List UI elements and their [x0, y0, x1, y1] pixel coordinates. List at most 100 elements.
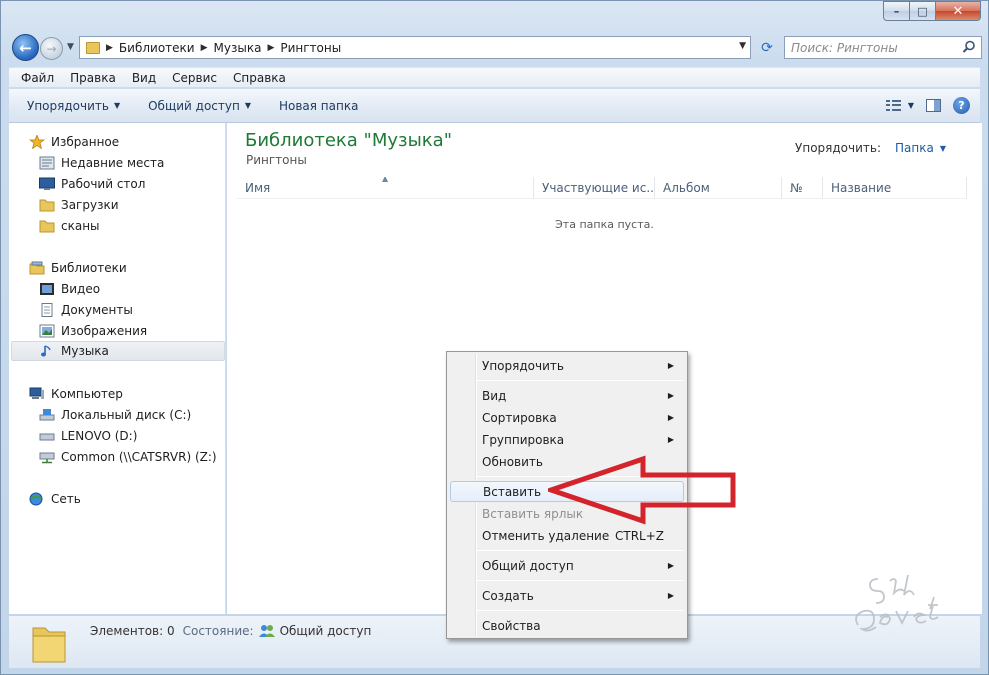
- minimize-button[interactable]: –: [883, 1, 910, 21]
- arrange-value-dropdown[interactable]: Папка: [895, 141, 934, 155]
- ctx-undo-shortcut-key: CTRL+Z: [614, 528, 664, 543]
- help-icon[interactable]: ?: [953, 97, 970, 114]
- arrange-label: Упорядочить:: [795, 141, 882, 155]
- breadcrumb-libraries[interactable]: Библиотеки: [119, 41, 195, 55]
- maximize-button[interactable]: □: [910, 1, 936, 21]
- ctx-create[interactable]: Создать ▶: [450, 585, 684, 606]
- chevron-right-icon[interactable]: ▶: [267, 43, 274, 53]
- refresh-button[interactable]: ⟳: [755, 36, 779, 59]
- pictures-icon: [39, 324, 55, 338]
- share-button[interactable]: Общий доступ ▼: [134, 99, 265, 113]
- search-box[interactable]: [784, 36, 982, 59]
- ctx-properties[interactable]: Свойства: [450, 615, 684, 636]
- new-folder-label: Новая папка: [278, 98, 359, 113]
- column-album[interactable]: Альбом: [655, 177, 782, 198]
- documents-icon: [39, 303, 55, 317]
- menu-edit[interactable]: Правка: [62, 71, 124, 85]
- ctx-group[interactable]: Группировка ▶: [450, 429, 684, 450]
- refresh-icon: ⟳: [761, 39, 773, 56]
- organize-button[interactable]: Упорядочить ▼: [9, 99, 134, 113]
- menu-separator: [477, 380, 683, 381]
- view-options-dropdown-icon[interactable]: ▼: [908, 101, 914, 110]
- nav-images[interactable]: Изображения: [39, 321, 147, 341]
- libraries-icon: [29, 261, 45, 275]
- status-info: Элементов: 0 Состояние: Общий доступ: [90, 624, 371, 638]
- nav-scans[interactable]: сканы: [39, 216, 100, 236]
- folder-icon: [39, 219, 55, 233]
- nav-images-label: Изображения: [61, 324, 148, 338]
- nav-desktop[interactable]: Рабочий стол: [39, 174, 145, 194]
- chevron-right-icon[interactable]: ▶: [106, 43, 113, 53]
- ctx-undo-delete[interactable]: Отменить удаление CTRL+Z: [450, 525, 684, 546]
- nav-lenovo[interactable]: LENOVO (D:): [39, 426, 137, 446]
- ctx-refresh-label: Обновить: [482, 454, 543, 469]
- command-bar: Упорядочить ▼ Общий доступ ▼ Новая папка…: [9, 89, 980, 123]
- column-number[interactable]: №: [782, 177, 823, 198]
- state-label: Состояние:: [182, 624, 254, 638]
- change-view-icon[interactable]: [885, 99, 902, 112]
- ctx-share[interactable]: Общий доступ ▶: [450, 555, 684, 576]
- menu-view[interactable]: Вид: [124, 71, 164, 85]
- nav-local-disk[interactable]: Локальный диск (C:): [39, 405, 191, 425]
- ctx-view-label: Вид: [482, 388, 507, 403]
- nav-libraries[interactable]: Библиотеки: [29, 258, 127, 278]
- address-dropdown-icon[interactable]: ▼: [739, 41, 746, 51]
- nav-downloads[interactable]: Загрузки: [39, 195, 119, 215]
- video-icon: [39, 282, 55, 296]
- item-count: Элементов: 0: [90, 624, 175, 638]
- state-value: Общий доступ: [279, 624, 372, 638]
- nav-favorites[interactable]: Избранное: [28, 132, 120, 152]
- nav-music[interactable]: Музыка: [11, 341, 225, 361]
- menu-separator: [477, 580, 683, 581]
- chevron-down-icon: ▼: [113, 101, 121, 110]
- column-artists[interactable]: Участвующие ис...: [534, 177, 655, 198]
- preview-pane-icon[interactable]: [926, 99, 941, 112]
- new-folder-button[interactable]: Новая папка: [265, 99, 372, 113]
- menu-separator: [477, 610, 683, 611]
- nav-recent[interactable]: Недавние места: [39, 153, 164, 173]
- close-button[interactable]: ✕: [936, 1, 981, 21]
- nav-video-label: Видео: [61, 282, 101, 296]
- menu-help[interactable]: Справка: [225, 71, 294, 85]
- network-icon: [29, 492, 45, 506]
- column-name[interactable]: Имя ▲: [237, 177, 534, 198]
- forward-button[interactable]: →: [40, 37, 63, 60]
- nav-computer[interactable]: Компьютер: [29, 384, 123, 404]
- submenu-arrow-icon: ▶: [667, 561, 674, 570]
- search-input[interactable]: [791, 40, 959, 55]
- music-note-icon: [39, 344, 55, 358]
- search-icon[interactable]: [962, 40, 976, 54]
- shared-users-icon: [258, 624, 275, 638]
- chevron-down-icon[interactable]: ▼: [940, 144, 946, 153]
- nav-lenovo-label: LENOVO (D:): [61, 429, 138, 443]
- drive-icon: [39, 429, 55, 443]
- column-number-label: №: [790, 180, 803, 195]
- nav-downloads-label: Загрузки: [61, 198, 119, 212]
- menu-tools[interactable]: Сервис: [164, 71, 225, 85]
- menu-file[interactable]: Файл: [9, 71, 62, 85]
- view-controls: ▼ ?: [885, 97, 970, 114]
- maximize-icon: □: [917, 4, 928, 18]
- arrange-by: Упорядочить: Папка ▼: [795, 141, 946, 155]
- chevron-right-icon[interactable]: ▶: [201, 43, 208, 53]
- desktop-icon: [39, 177, 55, 191]
- empty-folder-message: Эта папка пуста.: [555, 218, 654, 231]
- ctx-sort[interactable]: Сортировка ▶: [450, 407, 684, 428]
- nav-network[interactable]: Сеть: [29, 489, 81, 509]
- share-label: Общий доступ: [148, 98, 240, 113]
- nav-documents[interactable]: Документы: [39, 300, 133, 320]
- back-button[interactable]: ←: [12, 34, 39, 61]
- breadcrumb-music[interactable]: Музыка: [214, 41, 262, 55]
- nav-common[interactable]: Common (\\CATSRVR) (Z:): [39, 447, 217, 467]
- ctx-arrange[interactable]: Упорядочить ▶: [450, 355, 684, 376]
- breadcrumb-ringtones[interactable]: Рингтоны: [280, 41, 341, 55]
- address-bar[interactable]: ▶ Библиотеки ▶ Музыка ▶ Рингтоны ▼: [79, 36, 751, 59]
- recent-pages-dropdown[interactable]: ▼: [67, 42, 74, 52]
- ctx-view[interactable]: Вид ▶: [450, 385, 684, 406]
- drive-c-icon: [39, 408, 55, 422]
- nav-computer-label: Компьютер: [51, 387, 123, 401]
- nav-video[interactable]: Видео: [39, 279, 100, 299]
- watermark-logo: [855, 574, 939, 632]
- nav-favorites-label: Избранное: [51, 135, 120, 149]
- column-title[interactable]: Название: [823, 177, 967, 198]
